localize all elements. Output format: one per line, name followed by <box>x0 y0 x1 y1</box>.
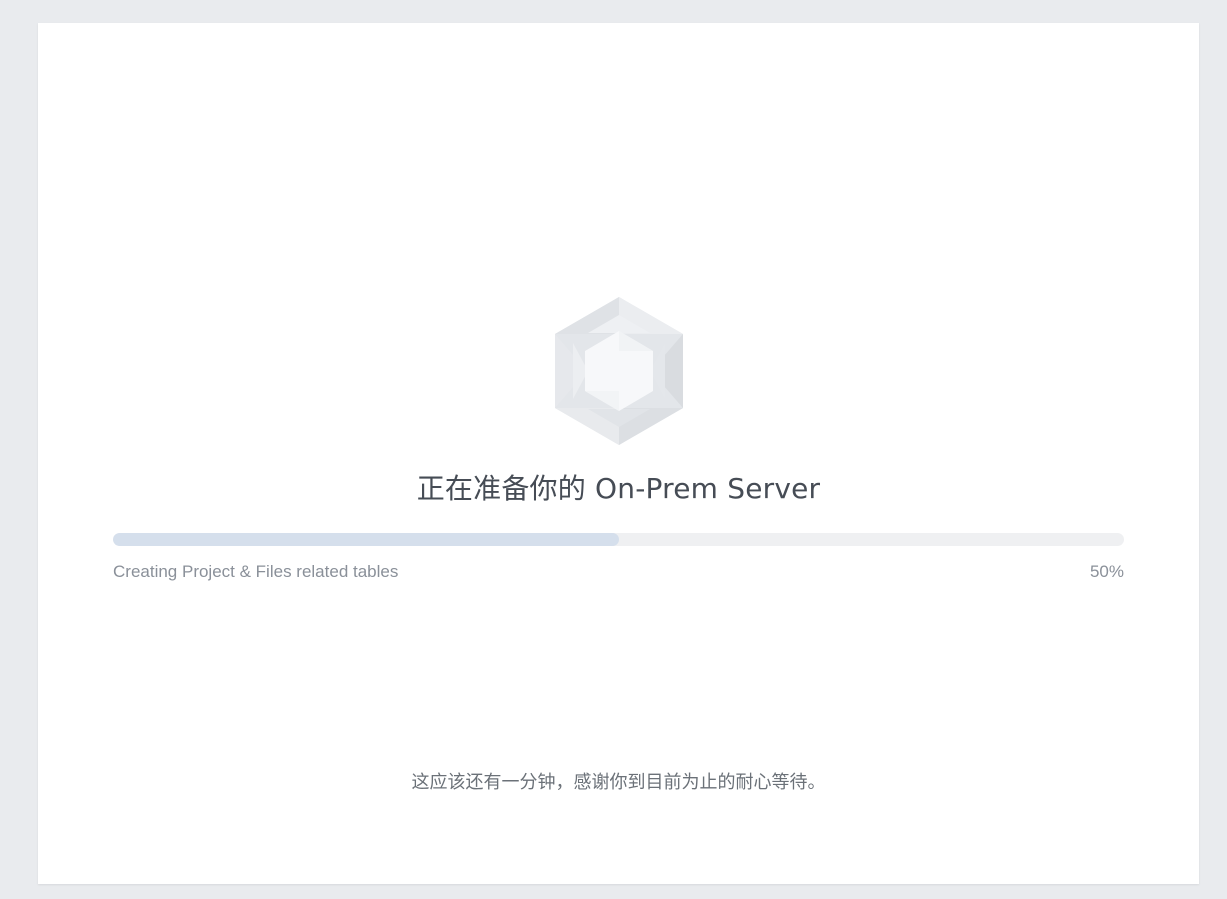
progress-status-text: Creating Project & Files related tables <box>113 562 399 581</box>
loading-card: 正在准备你的 On-Prem Server Creating Project &… <box>38 23 1199 884</box>
progress-percent: 50% <box>1089 562 1124 581</box>
progress-bar-fill <box>113 533 619 546</box>
wait-message: 这应该还有一分钟，感谢你到目前为止的耐心等待。 <box>411 772 826 793</box>
page-title: 正在准备你的 On-Prem Server <box>416 472 821 505</box>
progress-bar <box>113 533 1124 546</box>
hexagon-gem-logo-icon <box>555 297 683 445</box>
